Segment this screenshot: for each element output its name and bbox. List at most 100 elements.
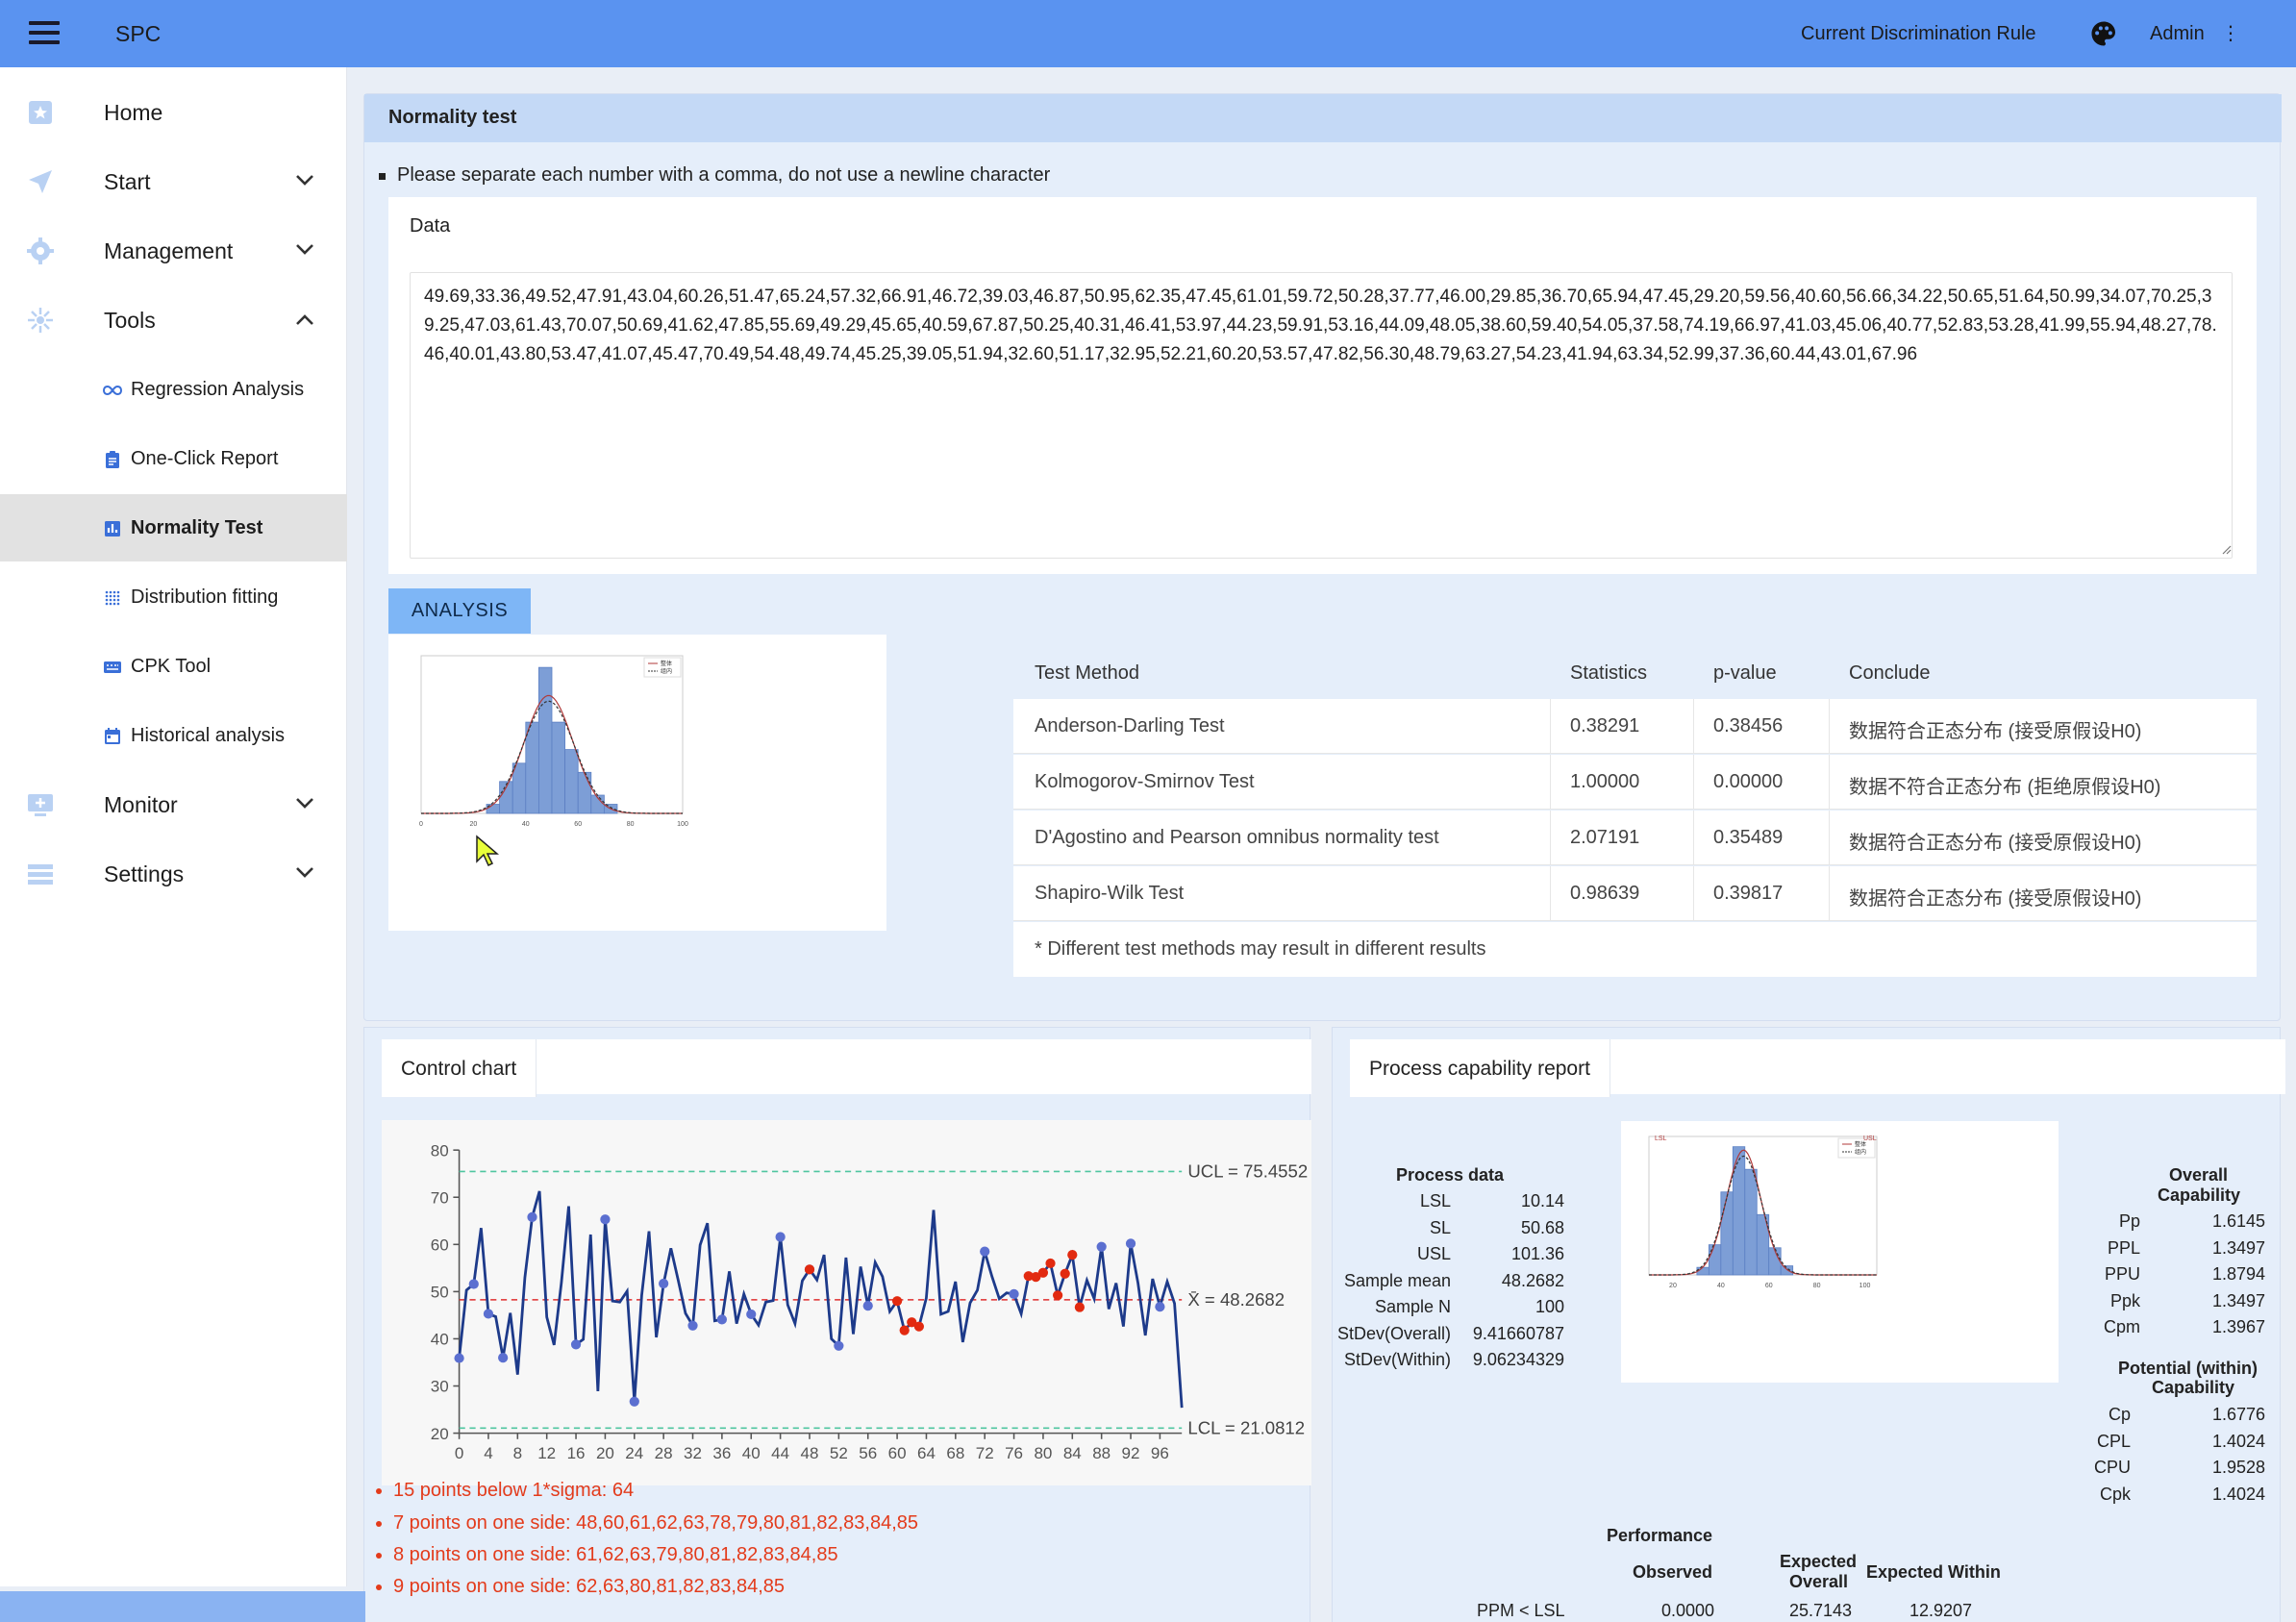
resize-handle-icon[interactable] <box>2220 543 2232 555</box>
mouse-cursor-icon <box>476 835 500 867</box>
x-tick-label: 52 <box>830 1444 848 1462</box>
sidebar-item-tools[interactable]: Tools <box>0 287 347 354</box>
bottom-strip <box>0 1591 365 1622</box>
process-label: LSL <box>1419 1191 1451 1210</box>
normality-card-title: Normality test <box>388 107 517 128</box>
data-point <box>862 1300 873 1311</box>
header-conclude: Conclude <box>1849 662 1931 684</box>
data-point <box>629 1396 639 1407</box>
potential-value: 1.4024 <box>2211 1431 2265 1451</box>
x-tick-label: 80 <box>1034 1444 1052 1462</box>
usl-label: USL <box>1863 1135 1877 1142</box>
data-point <box>659 1278 669 1289</box>
data-point <box>600 1214 611 1225</box>
sidebar-item-monitor[interactable]: Monitor <box>0 771 347 838</box>
x-tick-label: 40 <box>522 821 530 828</box>
sidebar-label-monitor: Monitor <box>104 792 178 817</box>
x-tick-label: 88 <box>1092 1444 1111 1462</box>
tab-process-capability-report[interactable]: Process capability report <box>1350 1039 1610 1097</box>
current-discrimination-rule-link[interactable]: Current Discrimination Rule <box>1801 23 2036 45</box>
data-panel: Data 49.69,33.36,49.52,47.91,43.04,60.26… <box>388 197 2257 574</box>
violation-point <box>913 1321 924 1332</box>
admin-user-menu[interactable]: Admin <box>2150 23 2205 45</box>
gear-icon <box>27 237 54 264</box>
legend-label: 组内 <box>661 667 672 675</box>
violation-point <box>1067 1249 1078 1260</box>
x-tick-label: 64 <box>917 1444 936 1462</box>
sidebar-subitem-cpk-tool[interactable]: CPK Tool <box>0 633 347 700</box>
potential-label: Cpk <box>2099 1484 2131 1504</box>
x-tick-label: 12 <box>537 1444 556 1462</box>
x-tick-label: 72 <box>976 1444 994 1462</box>
sidebar-item-management[interactable]: Management <box>0 217 347 285</box>
x-tick-label: 48 <box>801 1444 819 1462</box>
potential-capability-title: Potential (within) <box>2118 1359 2258 1378</box>
potential-label: CPU <box>2093 1458 2131 1477</box>
lcl-label: LCL = 21.0812 <box>1187 1417 1305 1437</box>
clipboard-icon <box>106 451 119 468</box>
cell-p: 0.35489 <box>1713 827 1784 848</box>
perf-observed-value: 0.0000 <box>1661 1601 1715 1620</box>
header-p-value: p-value <box>1713 662 1777 684</box>
tools-spark-icon <box>28 308 53 333</box>
data-point <box>834 1340 844 1351</box>
sidebar-sublabel: Regression Analysis <box>131 379 305 400</box>
histogram-bar <box>1708 1244 1722 1276</box>
table-row: Anderson-Darling Test 0.38291 0.38456 数据… <box>1013 699 2257 754</box>
header-test-method: Test Method <box>1035 662 1139 684</box>
analysis-button[interactable]: ANALYSIS <box>388 588 531 634</box>
palette-icon[interactable] <box>2089 19 2118 48</box>
data-textarea[interactable]: 49.69,33.36,49.52,47.91,43.04,60.26,51.4… <box>410 272 2233 559</box>
y-tick-label: 40 <box>431 1331 449 1349</box>
cell-stat: 2.07191 <box>1570 827 1640 848</box>
sidebar-label-settings: Settings <box>104 861 185 886</box>
x-tick-label: 0 <box>455 1444 463 1462</box>
cell-stat: 0.98639 <box>1570 883 1640 904</box>
perf-header-overall: Overall <box>1789 1572 1849 1591</box>
process-value: 9.06234329 <box>1472 1350 1564 1369</box>
y-tick-label: 30 <box>431 1378 449 1396</box>
overall-label: Ppk <box>2109 1290 2140 1310</box>
x-tick-label: 80 <box>627 821 635 828</box>
legend-label: 组内 <box>1855 1148 1866 1156</box>
sidebar-item-settings[interactable]: Settings <box>0 840 347 908</box>
top-app-bar: SPC Current Discrimination Rule Admin ⋮ <box>0 0 2296 67</box>
perf-expected-overall-value: 25.7143 <box>1789 1601 1853 1620</box>
list-settings-icon <box>28 864 53 885</box>
cell-p: 0.00000 <box>1713 771 1784 792</box>
sidebar-sublabel: Normality Test <box>131 517 263 538</box>
violation-point <box>1045 1258 1056 1269</box>
sidebar-subitem-one-click-report[interactable]: One-Click Report <box>0 425 347 492</box>
sidebar-subitem-historical-analysis[interactable]: Historical analysis <box>0 702 347 769</box>
sidebar-item-start[interactable]: Start <box>0 148 347 215</box>
send-icon <box>29 170 52 193</box>
data-point <box>746 1309 757 1320</box>
x-tick-label: 92 <box>1122 1444 1140 1462</box>
histogram-bar <box>577 771 592 814</box>
tab-control-chart[interactable]: Control chart <box>382 1039 537 1097</box>
table-note: * Different test methods may result in d… <box>1035 938 1486 960</box>
overall-capability-title-2: Capability <box>2158 1185 2241 1205</box>
potential-value: 1.9528 <box>2211 1458 2265 1477</box>
sidebar-subitem-normality-test[interactable]: Normality Test <box>0 494 347 561</box>
violation-point <box>899 1325 910 1335</box>
process-value: 48.2682 <box>1501 1270 1564 1290</box>
process-value: 101.36 <box>1510 1244 1564 1263</box>
process-value: 10.14 <box>1520 1191 1564 1210</box>
cell-method: Anderson-Darling Test <box>1035 715 1225 736</box>
x-tick-label: 0 <box>419 821 423 828</box>
chevron-down-icon <box>296 867 313 878</box>
hamburger-menu-icon[interactable] <box>29 21 60 46</box>
sidebar-subitem-regression-analysis[interactable]: Regression Analysis <box>0 356 347 423</box>
data-point <box>1155 1301 1165 1312</box>
cell-method: Kolmogorov-Smirnov Test <box>1035 771 1255 792</box>
normality-histogram-panel: 0 20 40 60 80 100 整体 组内 <box>388 635 886 931</box>
process-label: StDev(Within) <box>1343 1350 1451 1369</box>
more-vertical-icon[interactable]: ⋮ <box>2221 21 2240 45</box>
sidebar-subitem-distribution-fitting[interactable]: Distribution fitting <box>0 563 347 631</box>
sidebar-label-home: Home <box>104 100 163 125</box>
x-tick-label: 20 <box>596 1444 614 1462</box>
potential-label: Cp <box>2108 1405 2131 1424</box>
x-tick-label: 8 <box>513 1444 522 1462</box>
sidebar-item-home[interactable]: Home <box>0 79 347 146</box>
